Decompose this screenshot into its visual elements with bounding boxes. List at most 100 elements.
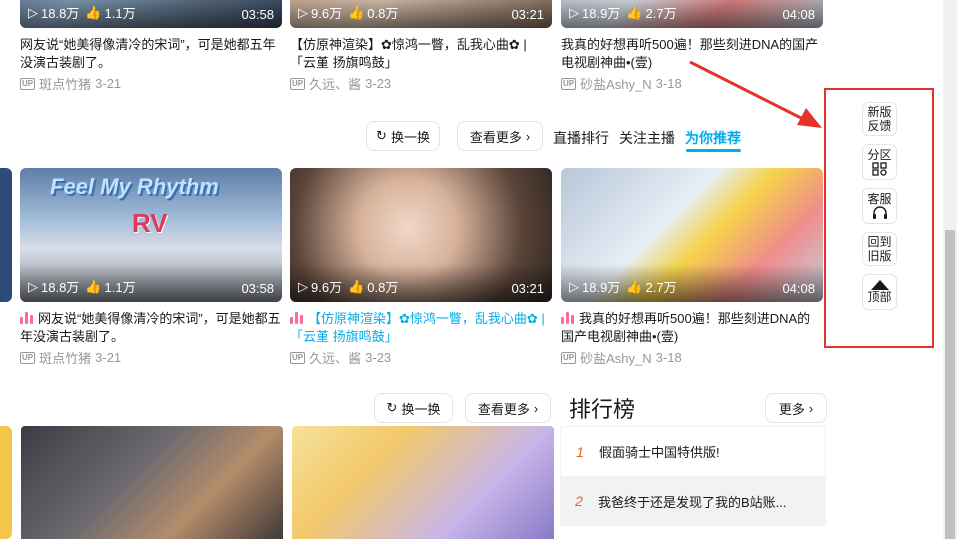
- view-count: 9.6万: [311, 6, 343, 21]
- video-thumbnail[interactable]: ▷ 18.9万 👍 2.7万 04:08: [561, 0, 823, 28]
- uploader-name[interactable]: 久远、酱: [309, 74, 361, 93]
- uploader-name[interactable]: 砂盐Ashy_N: [580, 348, 652, 367]
- video-card[interactable]: ▷ 18.9万 👍 2.7万 04:08 我真的好想再听500遍！那些刻进DNA的国…: [561, 0, 823, 93]
- uploader-icon: UP: [561, 351, 577, 364]
- fixed-side-toolbar: 新版 反馈 分区 客服 回到 旧版 顶部: [862, 102, 897, 318]
- video-thumbnail[interactable]: ▷ 18.8万 👍 1.1万 03:58: [20, 0, 282, 28]
- back-to-top-button[interactable]: 顶部: [862, 274, 897, 310]
- partial-card-edge[interactable]: [0, 168, 12, 302]
- tab-recommended[interactable]: 为你推荐: [685, 128, 741, 148]
- thumbs-up-icon: 👍: [85, 278, 102, 294]
- ranking-more-button[interactable]: 更多 ›: [765, 393, 827, 423]
- video-title-text: 【仿原神渲染】✿惊鸿一瞥，乱我心曲✿ |「云堇 扬旗鸣鼓」: [290, 311, 545, 344]
- like-count: 1.1万: [104, 280, 136, 295]
- video-card[interactable]: [21, 426, 283, 539]
- rank-number: 2: [575, 493, 583, 509]
- refresh-icon: ↻: [376, 128, 387, 143]
- tab-followed-streamers[interactable]: 关注主播: [619, 128, 675, 148]
- thumbs-up-icon: 👍: [626, 4, 643, 20]
- uploader-icon: UP: [20, 77, 36, 90]
- chevron-right-icon: ›: [533, 400, 539, 416]
- refresh-button[interactable]: ↻ 换一换: [374, 393, 453, 423]
- video-card[interactable]: ▷ 18.9万 👍 2.7万 04:08 我真的好想再听500遍！那些刻进DNA的国…: [561, 168, 823, 367]
- tool-label: 客服: [867, 192, 892, 206]
- category-button[interactable]: 分区: [862, 144, 897, 180]
- video-card[interactable]: ▷ 18.8万 👍 1.1万 03:58 网友说“她美得像清冷的宋词”，可是她都五年…: [20, 0, 282, 93]
- thumbs-up-icon: 👍: [348, 4, 365, 20]
- play-count-icon: ▷: [28, 4, 38, 20]
- like-count: 0.8万: [367, 280, 399, 295]
- uploader-icon: UP: [561, 77, 577, 90]
- video-thumbnail[interactable]: [292, 426, 554, 539]
- see-more-button[interactable]: 查看更多 ›: [457, 121, 543, 151]
- uploader-name[interactable]: 斑点竹猪: [39, 348, 91, 367]
- video-title[interactable]: 【仿原神渲染】✿惊鸿一瞥，乱我心曲✿ |「云堇 扬旗鸣鼓」: [290, 310, 552, 346]
- video-title-text: 网友说“她美得像清冷的宋词”，可是她都五年没演古装剧了。: [20, 311, 281, 344]
- thumbs-up-icon: 👍: [348, 278, 365, 294]
- feedback-button[interactable]: 新版 反馈: [862, 102, 897, 136]
- video-card[interactable]: Feel My Rhythm RV ▷ 18.8万 👍 1.1万 03:58 网友说…: [20, 168, 282, 367]
- uploader-name[interactable]: 砂盐Ashy_N: [580, 74, 652, 93]
- view-count: 18.8万: [41, 280, 80, 295]
- rank-title: 我爸终于还是发现了我的B站账...: [598, 494, 787, 510]
- uploader-name[interactable]: 久远、酱: [309, 348, 361, 367]
- play-count-icon: ▷: [569, 4, 579, 20]
- video-duration: 04:08: [782, 7, 815, 22]
- video-duration: 03:21: [511, 281, 544, 296]
- back-to-old-version-button[interactable]: 回到 旧版: [862, 232, 897, 266]
- video-thumbnail[interactable]: ▷ 9.6万 👍 0.8万 03:21: [290, 0, 552, 28]
- see-more-label: 查看更多: [469, 129, 522, 145]
- see-more-label: 查看更多: [477, 401, 530, 417]
- page-scrollbar[interactable]: [943, 0, 957, 539]
- video-title[interactable]: 【仿原神渲染】✿惊鸿一瞥，乱我心曲✿ |「云堇 扬旗鸣鼓」: [290, 36, 552, 72]
- thumbs-up-icon: 👍: [626, 278, 643, 294]
- chevron-right-icon: ›: [808, 400, 814, 416]
- tool-label: 旧版: [867, 249, 892, 263]
- ranking-item[interactable]: 1 假面骑士中国特供版!: [560, 426, 826, 476]
- refresh-icon: ↻: [386, 400, 398, 415]
- video-thumbnail[interactable]: ▷ 18.9万 👍 2.7万 04:08: [561, 168, 823, 302]
- video-title[interactable]: 我真的好想再听500遍！那些刻进DNA的国产电视剧神曲•(壹): [561, 310, 823, 346]
- video-card[interactable]: ▷ 9.6万 👍 0.8万 03:21 【仿原神渲染】✿惊鸿一瞥，乱我心曲✿ |「云…: [290, 168, 552, 367]
- partial-card-edge[interactable]: [0, 426, 12, 539]
- publish-date: 3-21: [95, 350, 122, 365]
- refresh-label: 换一换: [390, 129, 430, 145]
- uploader-icon: UP: [290, 77, 306, 90]
- triangle-up-icon: [870, 280, 889, 290]
- play-count-icon: ▷: [298, 4, 308, 20]
- scrollbar-thumb[interactable]: [945, 230, 955, 539]
- video-thumbnail[interactable]: ▷ 9.6万 👍 0.8万 03:21: [290, 168, 552, 302]
- ranking-item[interactable]: 2 我爸终于还是发现了我的B站账...: [560, 476, 826, 526]
- customer-service-button[interactable]: 客服: [862, 188, 897, 224]
- video-duration: 03:58: [241, 7, 274, 22]
- uploader-name[interactable]: 斑点竹猪: [39, 74, 91, 93]
- publish-date: 3-18: [655, 76, 682, 91]
- refresh-label: 换一换: [401, 401, 441, 417]
- rank-number: 1: [576, 443, 584, 460]
- active-tab-indicator: [686, 149, 741, 152]
- video-title[interactable]: 网友说“她美得像清冷的宋词”，可是她都五年没演古装剧了。: [20, 310, 282, 346]
- tool-label: 反馈: [867, 119, 892, 133]
- video-card[interactable]: ▷ 9.6万 👍 0.8万 03:21 【仿原神渲染】✿惊鸿一瞥，乱我心曲✿ |「云…: [290, 0, 552, 93]
- hot-icon: [20, 312, 33, 324]
- video-title[interactable]: 网友说“她美得像清冷的宋词”，可是她都五年没演古装剧了。: [20, 36, 282, 72]
- refresh-button[interactable]: ↻ 换一换: [366, 121, 440, 151]
- like-count: 2.7万: [645, 6, 677, 21]
- play-count-icon: ▷: [28, 278, 38, 294]
- thumbnail-overlay-subtext: RV: [132, 208, 168, 238]
- view-count: 18.9万: [582, 6, 621, 21]
- video-title[interactable]: 我真的好想再听500遍！那些刻进DNA的国产电视剧神曲•(壹): [561, 36, 823, 72]
- video-duration: 03:58: [241, 281, 274, 296]
- tool-label: 分区: [867, 148, 892, 162]
- thumbnail-overlay-text: Feel My Rhythm: [50, 174, 219, 199]
- see-more-button[interactable]: 查看更多 ›: [465, 393, 551, 423]
- tab-live-ranking[interactable]: 直播排行: [553, 128, 609, 148]
- rank-title: 假面骑士中国特供版!: [599, 445, 720, 460]
- video-card[interactable]: [292, 426, 554, 539]
- like-count: 0.8万: [367, 6, 399, 21]
- like-count: 1.1万: [104, 6, 136, 21]
- video-thumbnail[interactable]: Feel My Rhythm RV ▷ 18.8万 👍 1.1万 03:58: [20, 168, 282, 302]
- tool-label: 新版: [867, 105, 892, 119]
- publish-date: 3-23: [365, 350, 392, 365]
- video-thumbnail[interactable]: [21, 426, 283, 539]
